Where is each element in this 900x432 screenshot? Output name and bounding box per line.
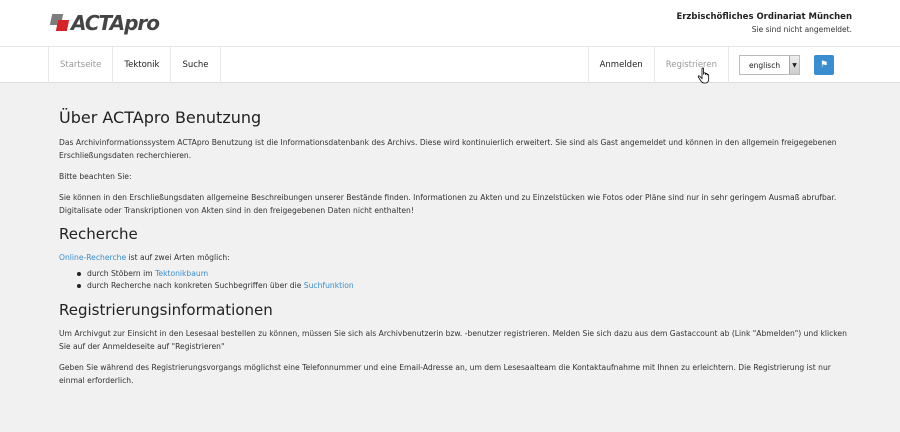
hand-cursor-icon: [697, 67, 710, 84]
main-nav: Startseite Tektonik Suche: [48, 47, 221, 83]
register-link[interactable]: Registrieren: [655, 47, 729, 83]
intro-text: Das Archivinformationssystem ACTApro Ben…: [59, 138, 837, 160]
organization-info: Erzbischöfliches Ordinariat München Sie …: [676, 12, 852, 34]
logo[interactable]: ACTApro: [49, 11, 160, 35]
language-select[interactable]: englisch ▼: [739, 55, 800, 75]
bullet1-text: durch Stöbern im: [87, 269, 156, 278]
nav-startseite[interactable]: Startseite: [49, 47, 114, 83]
note-label: Bitte beachten Sie:: [59, 172, 132, 181]
login-status: Sie sind nicht angemeldet.: [751, 25, 852, 34]
research-text: Online-Recherche ist auf zwei Arten mögl…: [59, 251, 849, 264]
nav-suche[interactable]: Suche: [171, 47, 221, 83]
tektonikbaum-link[interactable]: Tektonikbaum: [155, 269, 208, 278]
language-area: englisch ▼ ⚑: [729, 47, 842, 83]
logo-mark-icon: [49, 14, 70, 32]
registration-text-1: Um Archivgut zur Einsicht in den Lesesaa…: [59, 329, 847, 351]
flag-icon: ⚑: [819, 60, 829, 70]
flag-button[interactable]: ⚑: [814, 55, 834, 75]
research-list: durch Stöbern im Tektonikbaum durch Rech…: [77, 268, 849, 292]
nav-tektonik[interactable]: Tektonik: [113, 47, 172, 83]
bullet2-text: durch Recherche nach konkreten Suchbegri…: [87, 281, 304, 290]
research-heading: Recherche: [59, 225, 138, 243]
organization-name: Erzbischöfliches Ordinariat München: [676, 12, 852, 22]
navbar: Startseite Tektonik Suche Anmelden Regis…: [0, 46, 900, 83]
main-content: Über ACTApro Benutzung Das Archivinforma…: [59, 108, 849, 395]
suchfunktion-link[interactable]: Suchfunktion: [304, 281, 354, 290]
list-item: durch Stöbern im Tektonikbaum: [77, 268, 849, 280]
header: ACTApro Erzbischöfliches Ordinariat Münc…: [0, 0, 900, 46]
page-title: Über ACTApro Benutzung: [59, 108, 262, 127]
online-research-link[interactable]: Online-Recherche: [59, 253, 126, 262]
note-text: Sie können in den Erschließungsdaten all…: [59, 193, 837, 215]
registration-text-2: Geben Sie während des Registrierungsvorg…: [59, 363, 831, 385]
research-text-rest: ist auf zwei Arten möglich:: [126, 253, 230, 262]
dropdown-arrow-icon: ▼: [789, 56, 799, 74]
user-nav: Anmelden Registrieren englisch ▼ ⚑: [587, 47, 842, 83]
registration-heading: Registrierungsinformationen: [59, 301, 273, 319]
list-item: durch Recherche nach konkreten Suchbegri…: [77, 280, 849, 292]
language-value: englisch: [749, 60, 781, 70]
login-link[interactable]: Anmelden: [587, 47, 655, 83]
logo-text: ACTApro: [71, 11, 160, 35]
